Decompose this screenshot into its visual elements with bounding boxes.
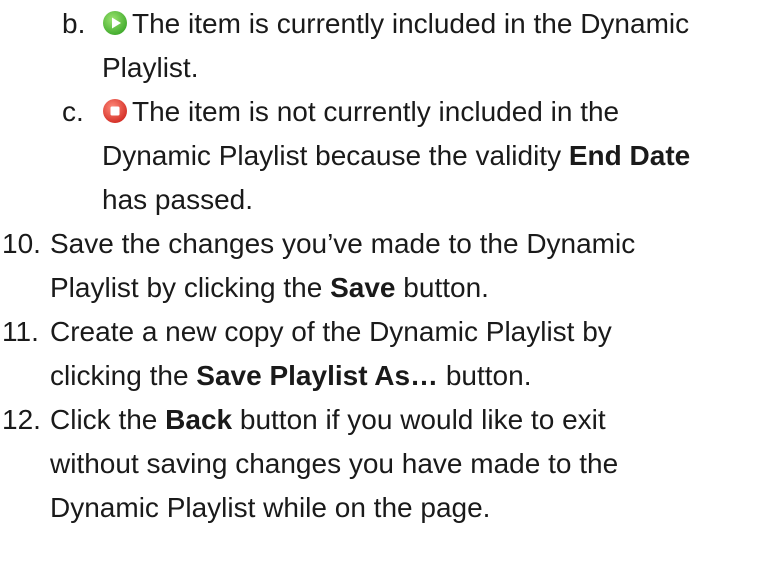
step-10-line-2-post: button. bbox=[395, 272, 489, 303]
instruction-document: b. The item is currently included in the… bbox=[0, 2, 782, 530]
step-12-line-3: Dynamic Playlist while on the page. bbox=[50, 492, 491, 523]
step-11: 11. Create a new copy of the Dynamic Pla… bbox=[0, 310, 782, 398]
item-c-line-2-pre: Dynamic Playlist because the validity bbox=[102, 140, 569, 171]
green-play-icon bbox=[103, 11, 127, 35]
step-12-line-1-pre: Click the bbox=[50, 404, 166, 435]
save-term: Save bbox=[330, 272, 396, 303]
list-item-text: The item is currently included in the Dy… bbox=[102, 2, 782, 90]
step-number: 11. bbox=[2, 316, 39, 347]
step-11-line-1: Create a new copy of the Dynamic Playlis… bbox=[50, 316, 612, 347]
item-b-line-1: The item is currently included in the Dy… bbox=[132, 8, 690, 39]
list-marker: b. bbox=[62, 8, 86, 39]
step-12-line-1-post: button if you would like to exit bbox=[232, 404, 606, 435]
list-marker: c. bbox=[62, 96, 84, 127]
step-number: 10. bbox=[2, 228, 41, 259]
step-11-line-2-pre: clicking the bbox=[50, 360, 197, 391]
end-date-term: End Date bbox=[568, 140, 691, 171]
step-text: Save the changes you’ve made to the Dyna… bbox=[50, 222, 782, 310]
step-10-line-1: Save the changes you’ve made to the Dyna… bbox=[50, 228, 636, 259]
step-text: Create a new copy of the Dynamic Playlis… bbox=[50, 310, 782, 398]
step-text: Click the Back button if you would like … bbox=[50, 398, 782, 530]
save-playlist-as-term: Save Playlist As… bbox=[196, 360, 439, 391]
step-10: 10. Save the changes you’ve made to the … bbox=[0, 222, 782, 310]
step-number: 12. bbox=[2, 404, 41, 435]
item-b-line-2: Playlist. bbox=[102, 52, 199, 83]
step-12: 12. Click the Back button if you would l… bbox=[0, 398, 782, 530]
list-item-b: b. The item is currently included in the… bbox=[0, 2, 782, 90]
step-11-line-2-post: button. bbox=[438, 360, 532, 391]
item-c-line-1: The item is not currently included in th… bbox=[132, 96, 620, 127]
red-stop-icon bbox=[103, 99, 127, 123]
item-c-line-3: has passed. bbox=[102, 184, 253, 215]
back-term: Back bbox=[165, 404, 233, 435]
list-item-c: c. The item is not currently included in… bbox=[0, 90, 782, 222]
list-item-text: The item is not currently included in th… bbox=[102, 90, 782, 222]
step-10-line-2-pre: Playlist by clicking the bbox=[50, 272, 331, 303]
step-12-line-2: without saving changes you have made to … bbox=[50, 448, 619, 479]
